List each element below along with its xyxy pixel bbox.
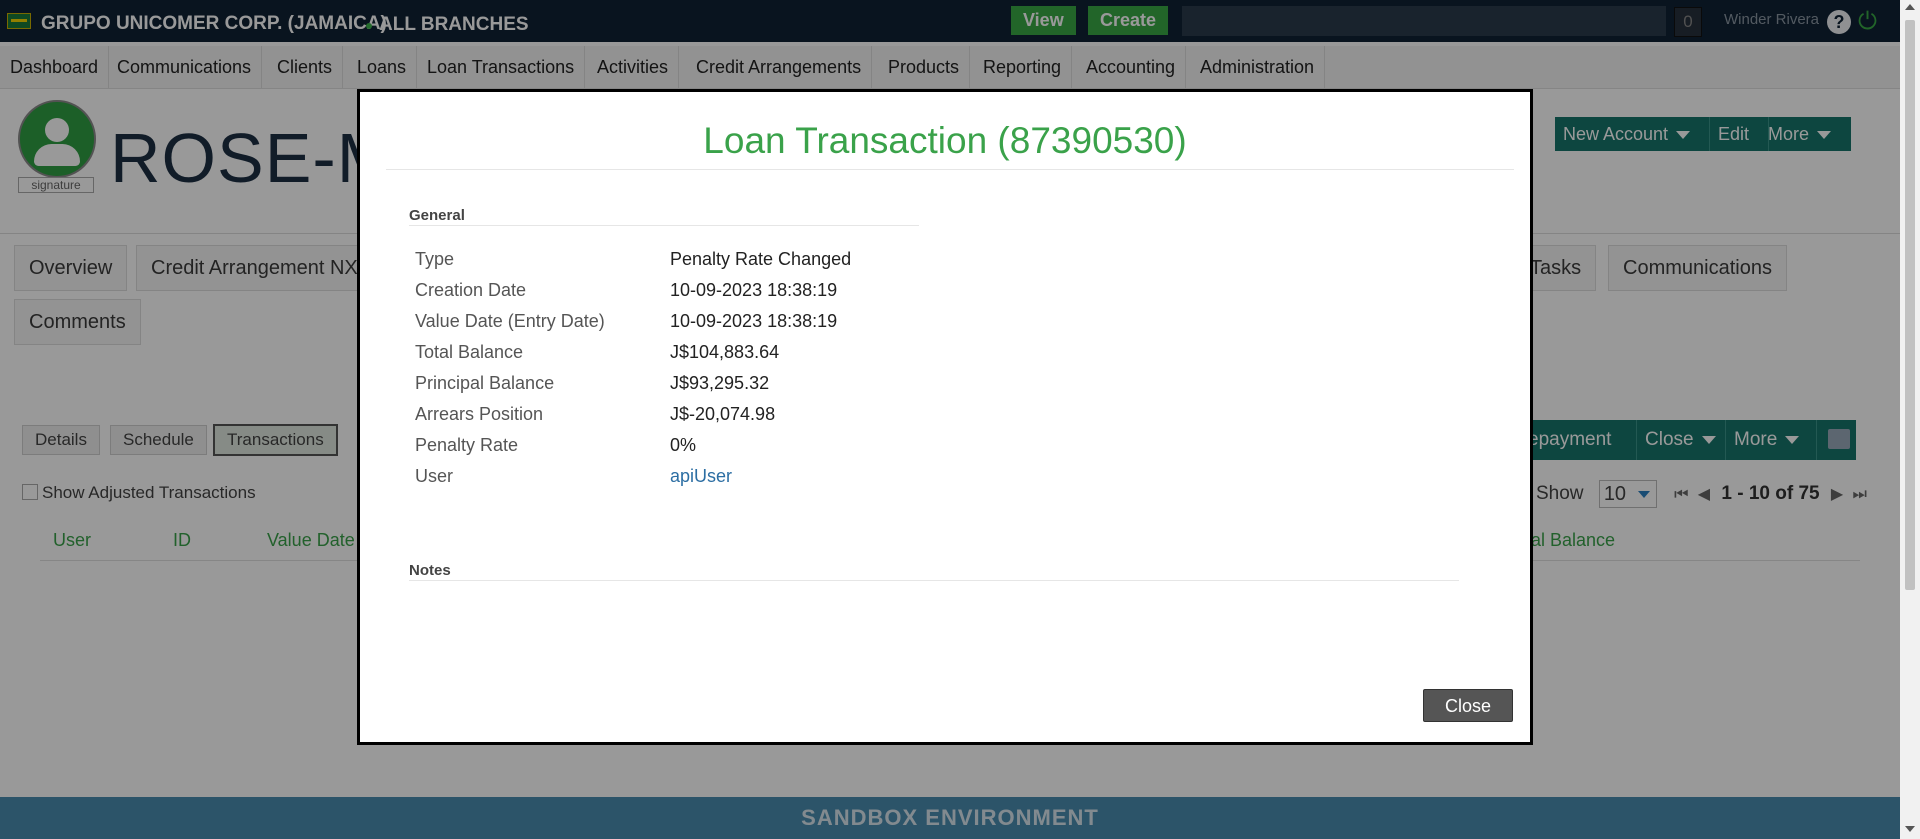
field-value-penalty-rate: 0%	[670, 435, 697, 455]
field-value-total-balance: J$104,883.64	[670, 342, 780, 362]
field-label-user: User	[415, 466, 454, 486]
general-section-label: General	[409, 207, 465, 224]
field-value-principal-balance: J$93,295.32	[670, 373, 770, 393]
field-label-creation-date: Creation Date	[415, 280, 527, 300]
notes-section-label: Notes	[409, 562, 451, 579]
field-label-value-date: Value Date (Entry Date)	[415, 311, 605, 331]
dialog-title-divider	[386, 169, 1514, 170]
field-label-type: Type	[415, 249, 455, 269]
close-button[interactable]: Close	[1423, 689, 1513, 722]
field-value-value-date: 10-09-2023 18:38:19	[670, 311, 838, 331]
notes-section-divider	[409, 580, 1459, 581]
field-label-penalty-rate: Penalty Rate	[415, 435, 519, 455]
scroll-up-arrow-icon[interactable]	[1905, 4, 1915, 10]
user-link[interactable]: apiUser	[670, 466, 732, 487]
loan-transaction-dialog: Loan Transaction (87390530) General Type…	[357, 89, 1533, 745]
dialog-title: Loan Transaction (87390530)	[703, 120, 1187, 161]
scrollbar-thumb[interactable]	[1905, 20, 1915, 590]
field-label-arrears-position: Arrears Position	[415, 404, 544, 424]
field-value-arrears-position: J$-20,074.98	[670, 404, 776, 424]
scroll-down-arrow-icon[interactable]	[1905, 826, 1915, 832]
general-section-divider	[409, 225, 919, 226]
page-scrollbar[interactable]	[1900, 0, 1920, 839]
field-value-creation-date: 10-09-2023 18:38:19	[670, 280, 838, 300]
field-label-principal-balance: Principal Balance	[415, 373, 555, 393]
field-label-total-balance: Total Balance	[415, 342, 524, 362]
field-value-type: Penalty Rate Changed	[670, 249, 852, 269]
